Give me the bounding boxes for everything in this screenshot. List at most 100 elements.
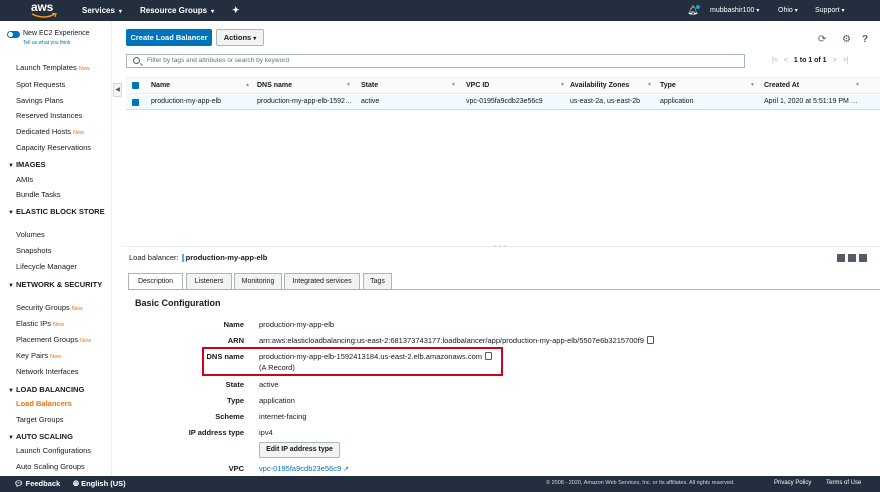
privacy-policy-link[interactable]: Privacy Policy (774, 480, 811, 486)
sidebar-item-snapshots[interactable]: Snapshots (16, 246, 51, 255)
chevron-down-icon: ▾ (211, 9, 215, 15)
aws-logo[interactable]: aws (31, 1, 61, 20)
sidebar-item-spot-requests[interactable]: Spot Requests (16, 80, 65, 89)
terms-of-use-link[interactable]: Terms of Use (826, 480, 861, 486)
table-row[interactable]: production-my-app-elb production-my-app-… (126, 95, 880, 110)
sidebar-item-placement-groups[interactable]: Placement Groups New (16, 335, 91, 344)
sidebar-item-elastic-ips[interactable]: Elastic IPs New (16, 319, 64, 328)
bell-icon[interactable]: 🔔︎ (687, 0, 698, 21)
sidebar-item-volumes[interactable]: Volumes (16, 230, 45, 239)
label-scheme: Scheme (215, 412, 244, 421)
cell-name: production-my-app-elb (151, 98, 222, 105)
select-all-checkbox[interactable] (132, 82, 139, 89)
pagination-count: 1 to 1 of 1 (793, 57, 827, 64)
column-dns-name[interactable]: DNS name ▼ (257, 82, 351, 89)
search-input[interactable]: Filter by tags and attributes or search … (126, 54, 745, 68)
sidebar-item-launch-templates[interactable]: Launch Templates New (16, 63, 90, 72)
value-type: application (259, 396, 295, 405)
column-name[interactable]: Name ▲ (151, 82, 250, 89)
sidebar-section-load-balancing[interactable]: ▼ LOAD BALANCING (8, 385, 108, 396)
row-checkbox[interactable] (132, 99, 139, 106)
new-badge: New (53, 322, 65, 328)
new-badge: New (71, 306, 83, 312)
triangle-down-icon: ▼ (8, 435, 14, 441)
edit-ip-address-type-button[interactable]: Edit IP address type (259, 442, 340, 458)
next-page-icon[interactable]: > (833, 57, 837, 64)
sidebar-item-lifecycle-manager[interactable]: Lifecycle Manager (16, 262, 77, 271)
sidebar-item-dedicated-hosts[interactable]: Dedicated Hosts New (16, 127, 84, 136)
column-created-at[interactable]: Created At ▼ (764, 82, 860, 89)
tab-description[interactable]: Description (128, 273, 183, 290)
sidebar-item-network-interfaces[interactable]: Network Interfaces (16, 367, 79, 376)
sidebar-item-savings-plans[interactable]: Savings Plans (16, 96, 64, 105)
new-badge: New (80, 338, 92, 344)
column-type[interactable]: Type ▼ (660, 82, 755, 89)
layout-bottom-icon[interactable] (837, 254, 845, 262)
layout-split-icon[interactable] (848, 254, 856, 262)
column-availability-zones[interactable]: Availability Zones ▼ (570, 82, 652, 89)
column-state[interactable]: State ▼ (361, 82, 456, 89)
resource-groups-menu[interactable]: Resource Groups ▾ (140, 0, 214, 21)
tab-monitoring[interactable]: Monitoring (234, 273, 282, 290)
new-badge: New (73, 130, 85, 136)
sidebar-divider (111, 21, 112, 476)
tab-listeners[interactable]: Listeners (186, 273, 232, 290)
feedback-button[interactable]: 💬︎ Feedback (14, 479, 60, 488)
top-navigation: aws Services ▾ Resource Groups ▾ ✦ 🔔︎ mubb… (0, 0, 880, 21)
feedback-link[interactable]: Tell us what you think (23, 40, 71, 46)
sidebar-item-bundle-tasks[interactable]: Bundle Tasks (16, 190, 60, 199)
sidebar-item-target-groups[interactable]: Target Groups (16, 415, 64, 424)
refresh-icon[interactable]: ⟳ (818, 34, 826, 45)
tab-integrated-services[interactable]: Integrated services (284, 273, 360, 290)
first-page-icon[interactable]: |< (772, 57, 778, 64)
cell-type: application (660, 98, 694, 105)
support-menu[interactable]: Support ▾ (815, 0, 845, 21)
pin-icon[interactable]: ✦ (232, 0, 240, 21)
sidebar-item-load-balancers[interactable]: Load Balancers (16, 399, 72, 408)
column-vpc-id[interactable]: VPC ID ▼ (466, 82, 565, 89)
footer: 💬︎ Feedback 🌐︎ English (US) © 2008 - 202… (0, 476, 880, 492)
collapse-sidebar-button[interactable]: ◀ (113, 83, 122, 97)
external-link-icon: ↗ (343, 466, 350, 473)
sidebar-item-security-groups[interactable]: Security Groups New (16, 303, 83, 312)
label-state: State (225, 380, 244, 389)
language-selector[interactable]: 🌐︎ English (US) (73, 479, 126, 489)
search-icon (133, 57, 140, 64)
create-load-balancer-button[interactable]: Create Load Balancer (126, 29, 212, 46)
sidebar-section-auto-scaling[interactable]: ▼ AUTO SCALING (8, 432, 108, 443)
sidebar-item-auto-scaling-groups[interactable]: Auto Scaling Groups (16, 462, 85, 471)
new-badge: New (78, 66, 90, 72)
tab-tags[interactable]: Tags (363, 273, 392, 290)
layout-full-icon[interactable] (859, 254, 867, 262)
copy-icon[interactable] (646, 336, 654, 344)
sidebar-section-network[interactable]: ▼ NETWORK & SECURITY (8, 280, 104, 291)
chevron-down-icon: ▾ (118, 9, 122, 15)
last-page-icon[interactable]: >| (843, 57, 849, 64)
drag-handle-icon[interactable]: • • • (494, 244, 507, 250)
sidebar-item-amis[interactable]: AMIs (16, 175, 33, 184)
new-experience-toggle[interactable] (7, 31, 20, 38)
sidebar-item-launch-configurations[interactable]: Launch Configurations (16, 446, 91, 455)
sidebar-section-ebs[interactable]: ▼ ELASTIC BLOCK STORE (8, 207, 108, 218)
actions-button[interactable]: Actions ▾ (216, 29, 264, 46)
sort-icon: ▼ (346, 82, 351, 88)
chevron-down-icon: ▾ (841, 8, 845, 14)
new-experience-title: New EC2 Experience (23, 30, 90, 37)
help-icon[interactable]: ? (862, 34, 868, 45)
prev-page-icon[interactable]: < (784, 57, 788, 64)
label-ip-address-type: IP address type (188, 428, 244, 437)
sidebar-section-images[interactable]: ▼ IMAGES (8, 160, 108, 171)
chevron-down-icon: ▾ (253, 36, 257, 42)
value-ip-address-type: ipv4 (259, 428, 273, 437)
user-menu[interactable]: mubbashir100 ▾ (710, 0, 759, 21)
gear-icon[interactable]: ⚙ (842, 34, 851, 45)
services-menu[interactable]: Services ▾ (82, 0, 122, 21)
sidebar-item-key-pairs[interactable]: Key Pairs New (16, 351, 61, 360)
triangle-down-icon: ▼ (8, 210, 14, 216)
sort-icon: ▼ (647, 82, 652, 88)
sidebar-item-reserved-instances[interactable]: Reserved Instances (16, 111, 82, 120)
sidebar-item-capacity-reservations[interactable]: Capacity Reservations (16, 143, 91, 152)
region-menu[interactable]: Ohio ▾ (778, 0, 798, 21)
sort-icon: ▼ (855, 82, 860, 88)
value-vpc-link[interactable]: vpc-0195fa9cdb23e56c9 ↗ (259, 464, 349, 473)
